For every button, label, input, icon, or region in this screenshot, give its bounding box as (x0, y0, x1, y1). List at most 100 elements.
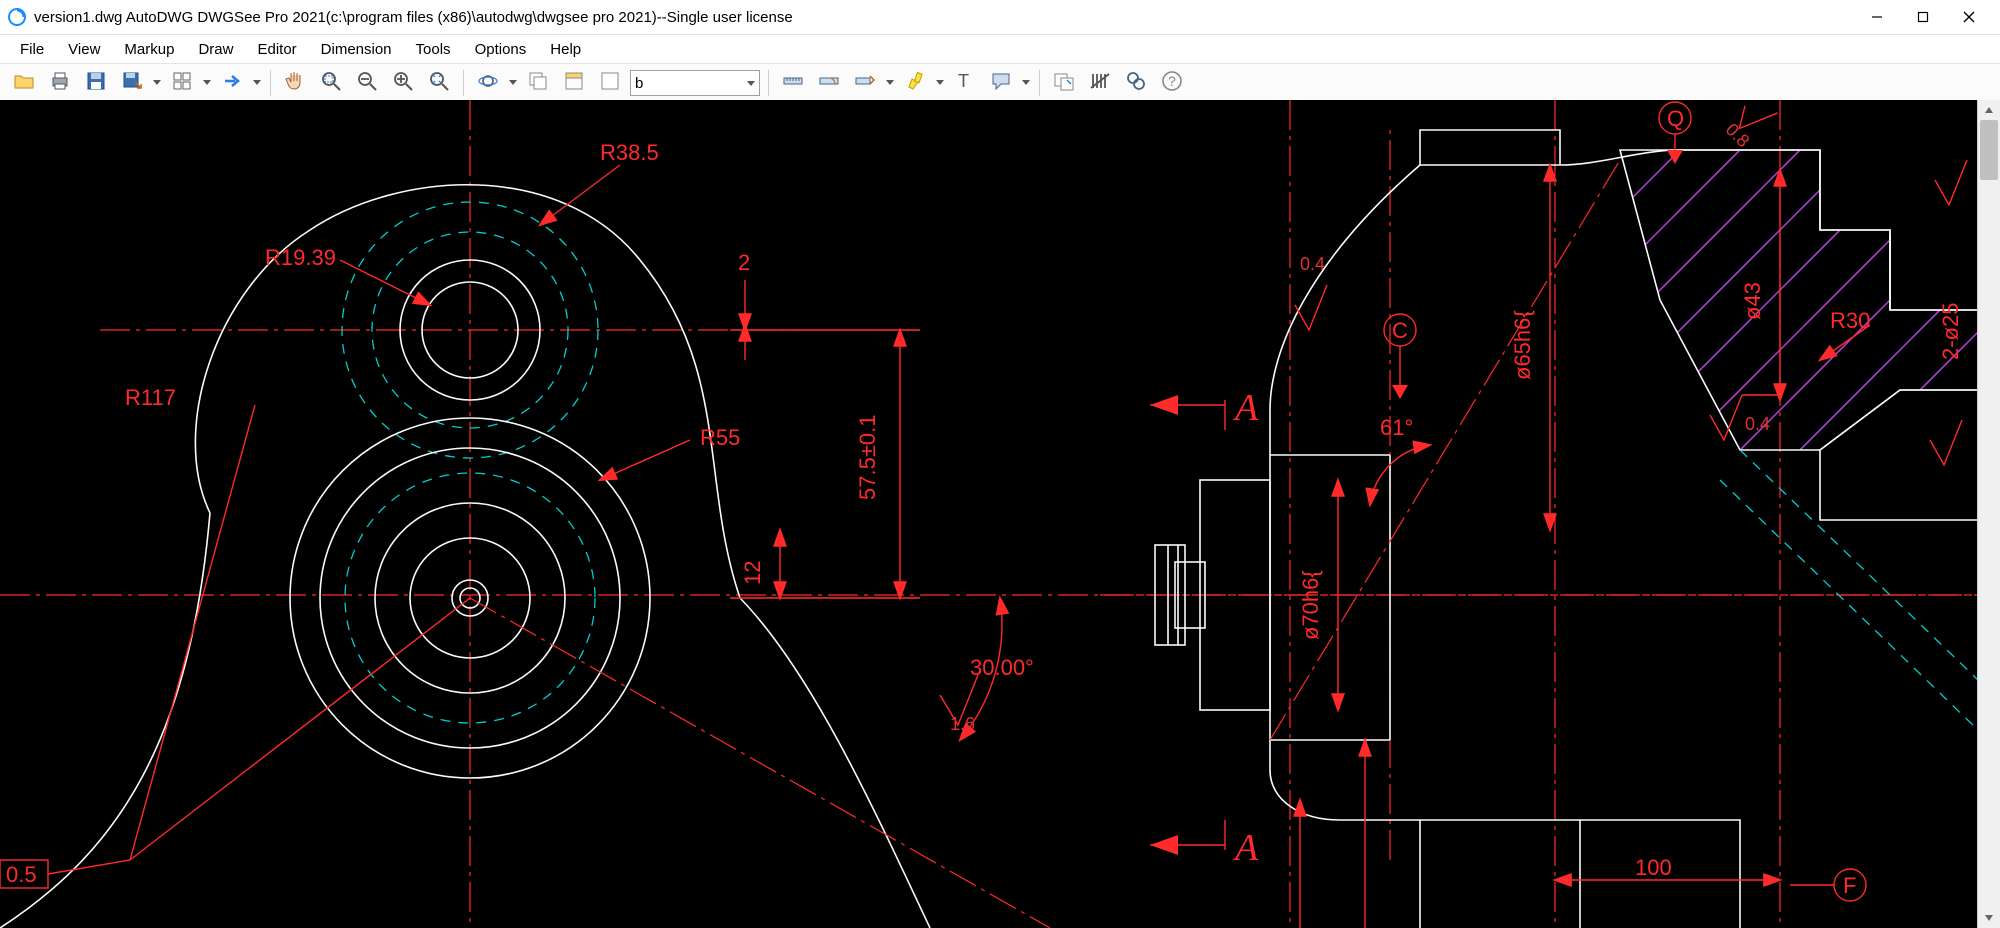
measure-angle-icon (818, 70, 840, 96)
menu-options[interactable]: Options (463, 38, 539, 61)
text-icon: T (954, 70, 976, 96)
layer-iso-button[interactable] (593, 66, 627, 100)
menu-markup[interactable]: Markup (112, 38, 186, 61)
scrollbar-thumb[interactable] (1980, 120, 1998, 180)
layer-props-icon (563, 70, 585, 96)
measure-distance-icon (782, 70, 804, 96)
menu-tools[interactable]: Tools (404, 38, 463, 61)
orbit-caret-icon[interactable] (506, 67, 520, 99)
measure-area-dropdown[interactable] (847, 66, 897, 100)
text-button[interactable]: T (948, 66, 982, 100)
layer-combo-value: b (635, 75, 643, 92)
dim-100: 100 (1635, 855, 1672, 880)
title-bar: version1.dwg AutoDWG DWGSee Pro 2021(c:\… (0, 0, 2000, 35)
maximize-button[interactable] (1900, 2, 1946, 32)
orbit-dropdown[interactable] (470, 66, 520, 100)
dim-r117: R117 (125, 385, 176, 410)
measure-distance-button[interactable] (776, 66, 810, 100)
layers-icon (527, 70, 549, 96)
orbit-button[interactable] (471, 66, 505, 100)
layers-button[interactable] (521, 66, 555, 100)
dim-r30: R30 (1830, 308, 1870, 333)
dim-2-dia25: 2-ø25 (1938, 303, 1963, 360)
menu-draw[interactable]: Draw (186, 38, 245, 61)
vertical-scrollbar[interactable] (1977, 100, 2000, 928)
open-button[interactable] (7, 66, 41, 100)
help-icon: ? (1161, 70, 1183, 96)
measure-area-button[interactable] (848, 66, 882, 100)
zoom-window-button[interactable] (314, 66, 348, 100)
zoom-extents-icon (428, 70, 450, 96)
layer-props-button[interactable] (557, 66, 591, 100)
menu-view[interactable]: View (56, 38, 112, 61)
tol-0-5: 0.5 (6, 862, 37, 887)
highlighter-button[interactable] (898, 66, 932, 100)
measure-area-icon (854, 70, 876, 96)
pan-icon (283, 69, 307, 97)
svg-text:C: C (1392, 318, 1408, 343)
zoom-out-button[interactable] (350, 66, 384, 100)
print-icon (49, 70, 71, 96)
highlighter-dropdown[interactable] (897, 66, 947, 100)
comment-caret-icon[interactable] (1019, 67, 1033, 99)
save-as-dropdown[interactable] (114, 66, 164, 100)
surf-0-4-left: 0.4 (1300, 254, 1325, 274)
dim-57-5: 57.5±0.1 (855, 415, 880, 500)
forward-dropdown[interactable] (214, 66, 264, 100)
zoom-in-button[interactable] (386, 66, 420, 100)
count-icon (1089, 70, 1111, 96)
surf-1-6: 1.6 (950, 714, 975, 734)
dim-dia70h6: ø70h6{ (1298, 570, 1323, 640)
datum-c: C (1384, 314, 1416, 399)
datum-q: Q (1659, 102, 1691, 164)
separator (270, 70, 271, 96)
help-button[interactable]: ? (1155, 66, 1189, 100)
save-as-button[interactable] (115, 66, 149, 100)
measure-area-caret-icon[interactable] (883, 67, 897, 99)
count-button[interactable] (1083, 66, 1117, 100)
export-image-button[interactable] (1047, 66, 1081, 100)
export-image-icon (1053, 70, 1075, 96)
comment-dropdown[interactable] (983, 66, 1033, 100)
svg-text:A: A (1232, 387, 1259, 429)
drawing-canvas[interactable]: R38.5 R19.39 R117 R55 57.5±0.1 2 12 30.0… (0, 100, 2000, 928)
forward-icon (221, 70, 243, 96)
measure-angle-button[interactable] (812, 66, 846, 100)
close-button[interactable] (1946, 2, 1992, 32)
pan-button[interactable] (278, 66, 312, 100)
dim-angle-30: 30.00° (970, 655, 1034, 680)
comment-button[interactable] (984, 66, 1018, 100)
view-mode-dropdown[interactable] (164, 66, 214, 100)
scroll-down-icon[interactable] (1978, 908, 2000, 928)
save-as-caret-icon[interactable] (150, 67, 164, 99)
forward-button[interactable] (215, 66, 249, 100)
zoom-extents-button[interactable] (422, 66, 456, 100)
menu-help[interactable]: Help (538, 38, 593, 61)
combo-caret-icon (747, 75, 755, 92)
dim-61: 61° (1380, 415, 1413, 440)
dim-dia65h6: ø65h6{ (1510, 310, 1535, 380)
save-as-icon (121, 70, 143, 96)
scroll-up-icon[interactable] (1978, 100, 2000, 120)
app-icon (8, 8, 26, 26)
svg-text:?: ? (1168, 73, 1176, 89)
menu-file[interactable]: File (8, 38, 56, 61)
minimize-button[interactable] (1854, 2, 1900, 32)
section-a-top: A (1150, 387, 1259, 429)
menu-dimension[interactable]: Dimension (309, 38, 404, 61)
find-button[interactable] (1119, 66, 1153, 100)
zoom-out-icon (356, 70, 378, 96)
forward-caret-icon[interactable] (250, 67, 264, 99)
print-button[interactable] (43, 66, 77, 100)
dim-12: 12 (740, 561, 765, 585)
menu-editor[interactable]: Editor (245, 38, 308, 61)
highlighter-icon (904, 70, 926, 96)
highlighter-caret-icon[interactable] (933, 67, 947, 99)
view-mode-button[interactable] (165, 66, 199, 100)
menu-bar: File View Markup Draw Editor Dimension T… (0, 35, 2000, 63)
view-mode-caret-icon[interactable] (200, 67, 214, 99)
view-mode-icon (171, 70, 193, 96)
save-button[interactable] (79, 66, 113, 100)
section-a-bottom: A (1150, 827, 1259, 869)
layer-combo[interactable]: b (630, 70, 760, 96)
